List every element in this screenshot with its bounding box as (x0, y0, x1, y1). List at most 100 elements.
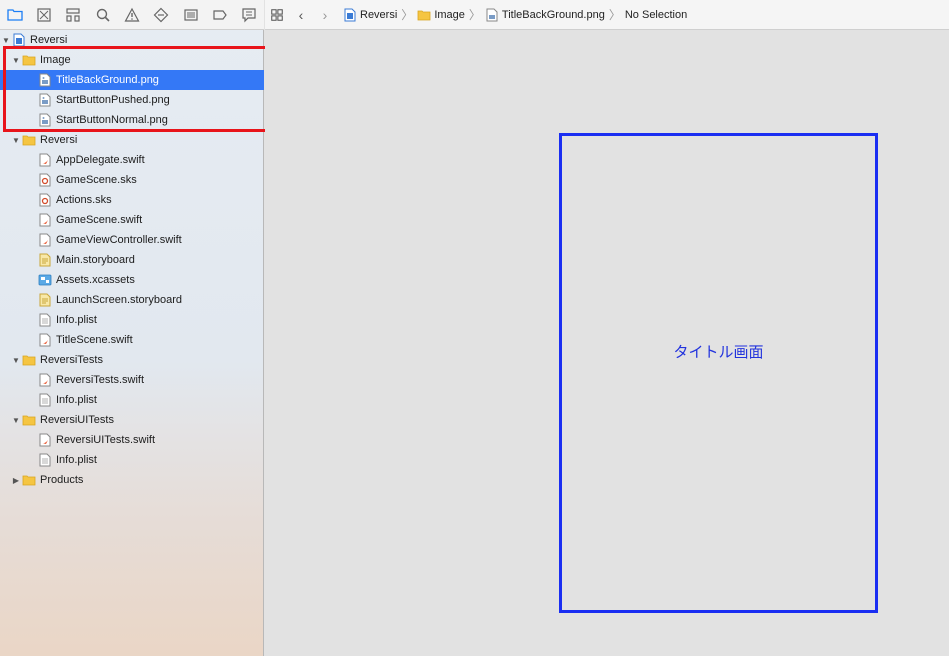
navigator-folder-row[interactable]: ▼ Reversi (0, 130, 264, 150)
navigator-item-label: Info.plist (56, 454, 97, 466)
disclosure-open-icon[interactable]: ▼ (10, 350, 22, 370)
storyboard-file-icon (39, 253, 51, 267)
folder-icon (22, 355, 36, 366)
navigator-file-row[interactable]: Assets.xcassets (0, 270, 264, 290)
swift-file-icon (39, 233, 51, 247)
hierarchy-navigator-button[interactable] (59, 0, 88, 30)
navigator-item-label: Actions.sks (56, 194, 112, 206)
navigator-item-label: LaunchScreen.storyboard (56, 294, 182, 306)
plist-file-icon (39, 453, 51, 467)
warning-icon (124, 7, 140, 22)
warning-navigator-button[interactable] (117, 0, 146, 30)
hierarchy-icon (66, 7, 80, 22)
annotation-red-box (3, 46, 275, 132)
folder-icon (7, 8, 23, 21)
breadcrumb-label: Image (434, 8, 465, 21)
breadcrumb-file[interactable]: TitleBackGround.png (485, 8, 605, 22)
navigator-item-label: Main.storyboard (56, 254, 135, 266)
navigator-file-row[interactable]: ReversiTests.swift (0, 370, 264, 390)
navigator-file-row[interactable]: Info.plist (0, 390, 264, 410)
navigator-file-row[interactable]: GameViewController.swift (0, 230, 264, 250)
swift-file-icon (39, 213, 51, 227)
breadcrumb-selection[interactable]: No Selection (625, 9, 687, 21)
navigator-file-row[interactable]: ReversiUITests.swift (0, 430, 264, 450)
forward-button[interactable]: › (313, 0, 337, 30)
navigator-item-label: Info.plist (56, 314, 97, 326)
sks-file-icon (39, 173, 51, 187)
folder-navigator-button[interactable] (0, 0, 29, 30)
swift-file-icon (39, 333, 51, 347)
folder-icon (417, 10, 431, 20)
jump-bar: ‹ › Reversi 〉 Image 〉 TitleBackGround.pn… (265, 0, 949, 30)
navigator-item-label: ReversiUITests (40, 414, 114, 426)
sks-file-icon (39, 193, 51, 207)
navigator-toolbar (0, 0, 264, 30)
breadcrumb-separator-icon: 〉 (401, 8, 414, 22)
navigator-file-row[interactable]: Actions.sks (0, 190, 264, 210)
navigator-file-row[interactable]: Info.plist (0, 310, 264, 330)
folder-icon (22, 415, 36, 426)
project-file-icon (344, 8, 356, 21)
search-icon (96, 8, 110, 22)
breakpoint-navigator-button[interactable] (205, 0, 234, 30)
source-control-navigator-button[interactable] (29, 0, 58, 30)
report-icon (242, 7, 256, 22)
navigator-file-row[interactable]: GameScene.sks (0, 170, 264, 190)
navigator-folder-row[interactable]: ▶ Products (0, 470, 264, 490)
breadcrumb-label: No Selection (624, 8, 688, 21)
report-navigator-button[interactable] (235, 0, 264, 30)
navigator-file-row[interactable]: Info.plist (0, 450, 264, 470)
breadcrumb-separator-icon: 〉 (608, 8, 621, 22)
disclosure-open-icon[interactable]: ▼ (10, 130, 22, 150)
test-navigator-button[interactable] (147, 0, 176, 30)
chevron-right-icon: › (322, 6, 328, 23)
grid-icon (271, 8, 283, 21)
navigator-item-label: ReversiTests (40, 354, 103, 366)
scene-title-label: タイトル画面 (673, 342, 764, 361)
navigator-item-label: GameViewController.swift (56, 234, 182, 246)
navigator-file-row[interactable]: AppDelegate.swift (0, 150, 264, 170)
breadcrumb-project[interactable]: Reversi (343, 8, 397, 22)
search-navigator-button[interactable] (88, 0, 117, 30)
navigator-item-label: GameScene.sks (56, 174, 137, 186)
project-file-icon (13, 33, 25, 47)
navigator-file-row[interactable]: TitleScene.swift (0, 330, 264, 350)
navigator-file-row[interactable]: GameScene.swift (0, 210, 264, 230)
navigator-folder-row[interactable]: ▼ ReversiTests (0, 350, 264, 370)
folder-icon (22, 135, 36, 146)
breadcrumb-separator-icon: 〉 (468, 8, 481, 22)
breadcrumb-label: TitleBackGround.png (501, 8, 605, 21)
navigator-item-label: Reversi (40, 134, 78, 146)
back-button[interactable]: ‹ (289, 0, 313, 30)
navigator-item-label: AppDelegate.swift (56, 154, 145, 166)
chevron-left-icon: ‹ (298, 6, 304, 23)
swift-file-icon (39, 373, 51, 387)
image-file-icon (486, 8, 498, 21)
assets-folder-icon (38, 274, 52, 286)
navigator-item-label: Reversi (30, 34, 68, 46)
debug-navigator-button[interactable] (176, 0, 205, 30)
debug-icon (184, 8, 198, 21)
swift-file-icon (39, 153, 51, 167)
scene-editor-canvas[interactable]: タイトル画面 (265, 31, 949, 656)
source-control-icon (37, 7, 51, 22)
breakpoint-icon (213, 9, 227, 20)
navigator-item-label: Assets.xcassets (56, 274, 135, 286)
related-items-button[interactable] (265, 0, 289, 30)
plist-file-icon (39, 313, 51, 327)
scene-frame[interactable]: タイトル画面 (559, 133, 878, 613)
test-icon (153, 7, 169, 22)
breadcrumb-label: Reversi (360, 8, 398, 21)
navigator-item-label: ReversiTests.swift (56, 374, 145, 386)
navigator-folder-row[interactable]: ▼ ReversiUITests (0, 410, 264, 430)
navigator-item-label: ReversiUITests.swift (56, 434, 156, 446)
navigator-file-row[interactable]: LaunchScreen.storyboard (0, 290, 264, 310)
plist-file-icon (39, 393, 51, 407)
storyboard-file-icon (39, 293, 51, 307)
breadcrumb-folder[interactable]: Image (417, 8, 465, 22)
navigator-item-label: GameScene.swift (56, 214, 143, 226)
disclosure-closed-icon[interactable]: ▶ (10, 470, 22, 490)
navigator-file-row[interactable]: Main.storyboard (0, 250, 264, 270)
disclosure-open-icon[interactable]: ▼ (10, 410, 22, 430)
folder-icon (22, 475, 36, 486)
